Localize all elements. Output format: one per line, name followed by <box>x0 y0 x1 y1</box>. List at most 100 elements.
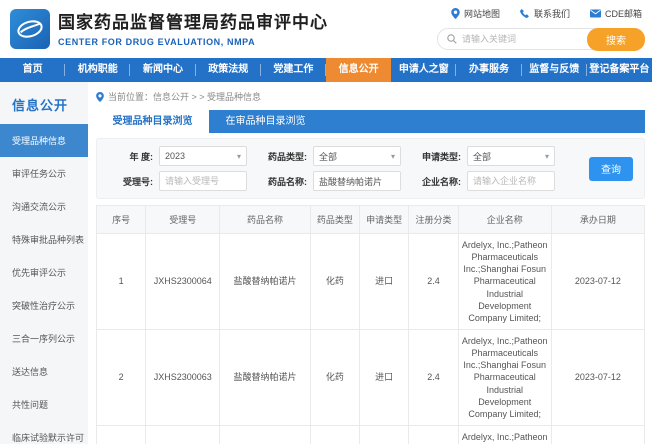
year-select-value: 2023 <box>165 151 185 161</box>
sitemap-link[interactable]: 网站地图 <box>451 7 500 20</box>
phone-icon <box>520 9 530 19</box>
table-header-1: 序号 <box>97 206 146 234</box>
apply-type-select[interactable]: 全部 ▾ <box>467 146 555 166</box>
drug-type-label: 药品类型: <box>257 150 307 163</box>
table-cell: Ardelyx, Inc.;Patheon Pharmaceuticals In… <box>458 425 551 444</box>
table-cell: 2.4 <box>409 329 458 425</box>
table-cell: 进口 <box>360 329 409 425</box>
tab-accepted-catalog[interactable]: 受理品种目录浏览 <box>96 110 209 133</box>
table-cell: 2023-07-12 <box>551 234 644 330</box>
search-bar: 搜索 <box>437 28 645 50</box>
nav-item-8[interactable]: 办事服务 <box>456 58 521 82</box>
sidebar-item-1[interactable]: 受理品种信息 <box>0 124 88 157</box>
table-cell: 盐酸替纳帕诺片 <box>220 329 310 425</box>
apply-type-select-value: 全部 <box>473 150 491 163</box>
table-row: 3JXHS2300062盐酸替纳帕诺片化药进口2.4Ardelyx, Inc.;… <box>97 425 645 444</box>
table-header-6: 注册分类 <box>409 206 458 234</box>
search-button[interactable]: 搜索 <box>587 28 645 51</box>
year-label: 年 度: <box>103 150 153 163</box>
year-select[interactable]: 2023 ▾ <box>159 146 247 166</box>
sidebar-item-5[interactable]: 优先审评公示 <box>0 256 88 289</box>
table-cell: Ardelyx, Inc.;Patheon Pharmaceuticals In… <box>458 329 551 425</box>
table-header-7: 企业名称 <box>458 206 551 234</box>
sidebar-item-6[interactable]: 突破性治疗公示 <box>0 289 88 322</box>
table-cell: 2023-07-12 <box>551 329 644 425</box>
chevron-down-icon: ▾ <box>545 152 549 161</box>
table-cell: 进口 <box>360 425 409 444</box>
sidebar-title: 信息公开 <box>0 91 88 124</box>
table-header-2: 受理号 <box>146 206 220 234</box>
contact-link[interactable]: 联系我们 <box>520 7 570 20</box>
table-cell: JXHS2300064 <box>146 234 220 330</box>
nav-item-7[interactable]: 申请人之窗 <box>391 58 456 82</box>
drug-name-input[interactable] <box>313 171 401 191</box>
site-subtitle: CENTER FOR DRUG EVALUATION, NMPA <box>58 37 328 47</box>
acceptance-label: 受理号: <box>103 175 153 188</box>
site-header: 国家药品监督管理局药品审评中心 CENTER FOR DRUG EVALUATI… <box>0 0 652 58</box>
nav-item-6[interactable]: 信息公开 <box>326 58 391 82</box>
apply-type-label: 申请类型: <box>411 150 461 163</box>
table-cell: 2023-07-12 <box>551 425 644 444</box>
nav-item-4[interactable]: 政策法规 <box>196 58 261 82</box>
sidebar-item-9[interactable]: 共性问题 <box>0 388 88 421</box>
company-filter-group: 企业名称: <box>411 171 555 191</box>
nav-item-5[interactable]: 党建工作 <box>261 58 326 82</box>
contact-link-label: 联系我们 <box>534 7 570 20</box>
table-header-3: 药品名称 <box>220 206 310 234</box>
mailbox-link[interactable]: CDE邮箱 <box>590 7 642 20</box>
drug-type-select[interactable]: 全部 ▾ <box>313 146 401 166</box>
cde-logo <box>10 9 50 49</box>
sidebar-item-7[interactable]: 三合一序列公示 <box>0 322 88 355</box>
site-title: 国家药品监督管理局药品审评中心 <box>58 8 328 33</box>
sidebar-menu: 受理品种信息审评任务公示沟通交流公示特殊审批品种列表优先审评公示突破性治疗公示三… <box>0 124 88 444</box>
search-icon <box>447 34 457 44</box>
chevron-down-icon: ▾ <box>391 152 395 161</box>
company-input[interactable] <box>467 171 555 191</box>
nav-item-3[interactable]: 新闻中心 <box>130 58 195 82</box>
table-cell: Ardelyx, Inc.;Patheon Pharmaceuticals In… <box>458 234 551 330</box>
mailbox-link-label: CDE邮箱 <box>605 7 642 20</box>
map-pin-icon <box>451 8 460 19</box>
filter-row-2: 受理号: 药品名称: 企业名称: <box>103 171 580 191</box>
table-header-4: 药品类型 <box>310 206 359 234</box>
tab-bar: 受理品种目录浏览 在审品种目录浏览 <box>96 110 645 133</box>
drug-type-filter-group: 药品类型: 全部 ▾ <box>257 146 401 166</box>
cde-logo-icon <box>13 12 47 46</box>
drug-name-filter-group: 药品名称: <box>257 171 401 191</box>
envelope-icon <box>590 9 601 18</box>
nav-item-9[interactable]: 监督与反馈 <box>522 58 587 82</box>
breadcrumb: 当前位置：信息公开 > > 受理品种信息 <box>96 90 645 103</box>
nav-item-1[interactable]: 首页 <box>0 58 65 82</box>
filter-panel: 年 度: 2023 ▾ 药品类型: 全部 ▾ 申请类型: <box>96 138 645 199</box>
table-cell: 盐酸替纳帕诺片 <box>220 234 310 330</box>
table-header-row: 序号受理号药品名称药品类型申请类型注册分类企业名称承办日期 <box>97 206 645 234</box>
table-cell: 盐酸替纳帕诺片 <box>220 425 310 444</box>
apply-type-filter-group: 申请类型: 全部 ▾ <box>411 146 555 166</box>
sidebar-item-4[interactable]: 特殊审批品种列表 <box>0 223 88 256</box>
tab-under-review-catalog[interactable]: 在审品种目录浏览 <box>209 110 322 133</box>
year-filter-group: 年 度: 2023 ▾ <box>103 146 247 166</box>
company-label: 企业名称: <box>411 175 461 188</box>
table-cell: 2.4 <box>409 425 458 444</box>
sidebar-item-10[interactable]: 临床试验默示许可 <box>0 421 88 444</box>
main-panel: 当前位置：信息公开 > > 受理品种信息 受理品种目录浏览 在审品种目录浏览 年… <box>88 82 652 444</box>
acceptance-input[interactable] <box>159 171 247 191</box>
sidebar-item-8[interactable]: 送达信息 <box>0 355 88 388</box>
chevron-down-icon: ▾ <box>237 152 241 161</box>
breadcrumb-text: 当前位置：信息公开 > > 受理品种信息 <box>108 90 261 103</box>
sitemap-link-label: 网站地图 <box>464 7 500 20</box>
nav-item-2[interactable]: 机构职能 <box>65 58 130 82</box>
sidebar-item-2[interactable]: 审评任务公示 <box>0 157 88 190</box>
sidebar-item-3[interactable]: 沟通交流公示 <box>0 190 88 223</box>
table-cell: 2.4 <box>409 234 458 330</box>
nav-item-10[interactable]: 登记备案平台 <box>587 58 652 82</box>
table-cell: JXHS2300063 <box>146 329 220 425</box>
content: 信息公开 受理品种信息审评任务公示沟通交流公示特殊审批品种列表优先审评公示突破性… <box>0 82 652 444</box>
table-cell: JXHS2300062 <box>146 425 220 444</box>
table-row: 2JXHS2300063盐酸替纳帕诺片化药进口2.4Ardelyx, Inc.;… <box>97 329 645 425</box>
query-button[interactable]: 查询 <box>589 157 633 181</box>
table-row: 1JXHS2300064盐酸替纳帕诺片化药进口2.4Ardelyx, Inc.;… <box>97 234 645 330</box>
table-cell: 1 <box>97 234 146 330</box>
acceptance-filter-group: 受理号: <box>103 171 247 191</box>
table-cell: 2 <box>97 329 146 425</box>
